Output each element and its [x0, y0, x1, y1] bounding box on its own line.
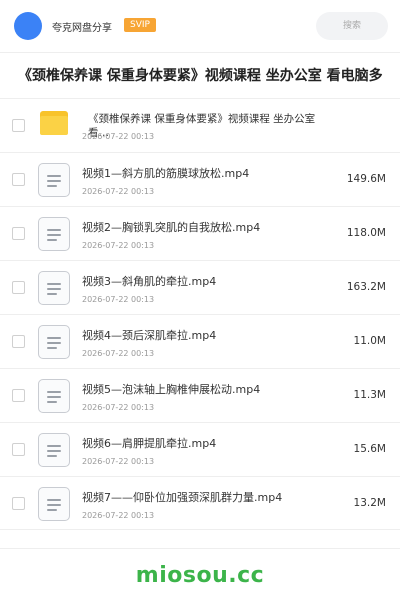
row-checkbox[interactable] — [12, 119, 25, 132]
row-checkbox[interactable] — [12, 335, 25, 348]
file-row[interactable]: 视频1—斜方肌的筋膜球放松.mp4 2026-07-22 00:13 149.6M — [0, 152, 400, 206]
row-checkbox[interactable] — [12, 389, 25, 402]
file-row[interactable]: 视频5—泡沫轴上胸椎伸展松动.mp4 2026-07-22 00:13 11.3M — [0, 368, 400, 422]
file-size: 11.0M — [353, 335, 386, 347]
search-input[interactable]: 搜索 — [316, 12, 388, 40]
file-name[interactable]: 视频3—斜角肌的牵拉.mp4 — [82, 275, 216, 289]
header-bar: 夸克网盘分享 SVIP 搜索 — [0, 0, 400, 52]
file-date: 2026-07-22 00:13 — [82, 187, 155, 196]
file-name[interactable]: 视频7——仰卧位加强颈深肌群力量.mp4 — [82, 491, 282, 505]
search-placeholder: 搜索 — [342, 21, 361, 31]
file-name[interactable]: 视频2—胸锁乳突肌的自我放松.mp4 — [82, 221, 260, 235]
folder-row[interactable]: 《颈椎保养课 保重身体要紧》视频课程 坐办公室 看… 2026-07-22 00:… — [0, 98, 400, 152]
row-checkbox[interactable] — [12, 227, 25, 240]
file-size: 13.2M — [353, 497, 386, 509]
file-date: 2026-07-22 00:13 — [82, 457, 155, 466]
document-icon — [38, 271, 70, 305]
row-checkbox[interactable] — [12, 443, 25, 456]
file-name[interactable]: 视频6—肩胛提肌牵拉.mp4 — [82, 437, 216, 451]
file-date: 2026-07-22 00:13 — [82, 403, 155, 412]
page-title: 《颈椎保养课 保重身体要紧》视频课程 坐办公室 看电脑多 — [0, 52, 400, 98]
avatar[interactable] — [14, 12, 42, 40]
file-size: 163.2M — [346, 281, 386, 293]
file-size: 11.3M — [353, 389, 386, 401]
svip-badge: SVIP — [124, 18, 156, 32]
file-row[interactable]: 视频2—胸锁乳突肌的自我放松.mp4 2026-07-22 00:13 118.0M — [0, 206, 400, 260]
row-checkbox[interactable] — [12, 281, 25, 294]
file-date: 2026-07-22 00:13 — [82, 349, 155, 358]
document-icon — [38, 487, 70, 521]
file-row[interactable]: 视频3—斜角肌的牵拉.mp4 2026-07-22 00:13 163.2M — [0, 260, 400, 314]
file-list: 《颈椎保养课 保重身体要紧》视频课程 坐办公室 看… 2026-07-22 00:… — [0, 98, 400, 530]
footer: miosou.cc — [0, 548, 400, 600]
row-checkbox[interactable] — [12, 497, 25, 510]
document-icon — [38, 163, 70, 197]
site-logo[interactable]: miosou.cc — [0, 563, 400, 588]
file-size: 15.6M — [353, 443, 386, 455]
file-date: 2026-07-22 00:13 — [82, 241, 155, 250]
folder-icon — [40, 111, 68, 135]
share-owner-name: 夸克网盘分享 — [52, 23, 112, 34]
file-name[interactable]: 视频4—颈后深肌牵拉.mp4 — [82, 329, 216, 343]
document-icon — [38, 379, 70, 413]
file-size: 149.6M — [346, 173, 386, 185]
file-row[interactable]: 视频4—颈后深肌牵拉.mp4 2026-07-22 00:13 11.0M — [0, 314, 400, 368]
file-row[interactable]: 视频7——仰卧位加强颈深肌群力量.mp4 2026-07-22 00:13 13.2… — [0, 476, 400, 530]
document-icon — [38, 433, 70, 467]
file-row[interactable]: 视频6—肩胛提肌牵拉.mp4 2026-07-22 00:13 15.6M — [0, 422, 400, 476]
document-icon — [38, 217, 70, 251]
file-date: 2026-07-22 00:13 — [82, 132, 155, 141]
row-checkbox[interactable] — [12, 173, 25, 186]
file-size: 118.0M — [346, 227, 386, 239]
file-date: 2026-07-22 00:13 — [82, 295, 155, 304]
file-name[interactable]: 视频5—泡沫轴上胸椎伸展松动.mp4 — [82, 383, 260, 397]
file-name[interactable]: 视频1—斜方肌的筋膜球放松.mp4 — [82, 167, 249, 181]
file-date: 2026-07-22 00:13 — [82, 511, 155, 520]
document-icon — [38, 325, 70, 359]
